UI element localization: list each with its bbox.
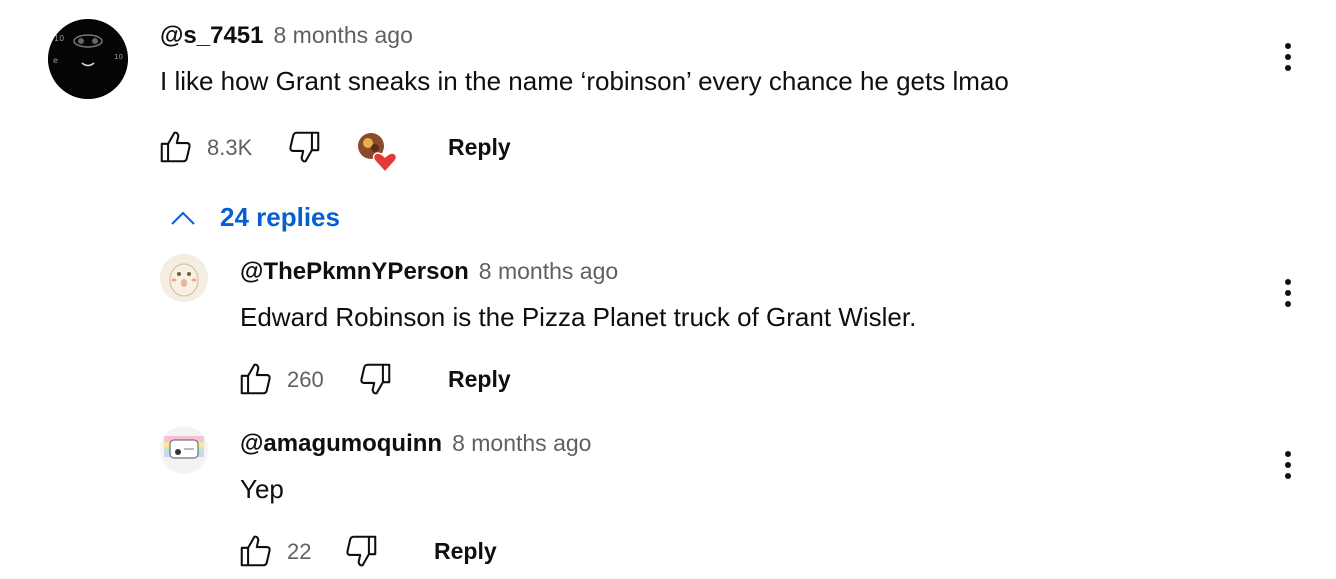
svg-text:e: e [53, 56, 58, 65]
reply-text: Edward Robinson is the Pizza Planet truc… [240, 302, 917, 332]
dislike-button[interactable] [285, 128, 323, 171]
dislike-button[interactable] [342, 532, 380, 575]
like-count: 22 [287, 539, 312, 564]
replies-toggle[interactable]: 24 replies [170, 202, 340, 233]
reply-button[interactable]: Reply [434, 538, 497, 565]
avatar[interactable] [160, 254, 208, 302]
more-actions-button[interactable] [1284, 43, 1292, 76]
kebab-dot-icon [1285, 290, 1291, 296]
thumbs-up-icon [160, 131, 191, 163]
avatar-image: 10 10 e [48, 19, 128, 99]
reply-text: Yep [240, 474, 284, 504]
reply-timestamp[interactable]: 8 months ago [452, 430, 591, 457]
reply-button[interactable]: Reply [448, 366, 511, 393]
creator-heart [357, 132, 401, 174]
reply-author[interactable]: @amagumoquinn [240, 430, 442, 458]
thumbs-down-icon [346, 535, 377, 567]
kebab-dot-icon [1285, 65, 1291, 71]
more-actions-button[interactable] [1284, 279, 1292, 312]
kebab-dot-icon [1285, 43, 1291, 49]
more-actions-button[interactable] [1284, 451, 1292, 484]
dislike-button[interactable] [356, 360, 394, 403]
kebab-dot-icon [1285, 301, 1291, 307]
kebab-dot-icon [1285, 54, 1291, 60]
avatar[interactable] [160, 426, 208, 474]
avatar[interactable]: 10 10 e [48, 19, 128, 99]
thumbs-up-icon [240, 535, 271, 567]
replies-count-label: 24 replies [220, 202, 340, 232]
kebab-dot-icon [1285, 451, 1291, 457]
comment-text: I like how Grant sneaks in the name ‘rob… [160, 66, 1009, 96]
creator-heart-icon [358, 133, 398, 174]
reply-header: @ThePkmnYPerson 8 months ago [240, 258, 618, 286]
like-count: 260 [287, 367, 324, 392]
avatar-image [160, 426, 208, 474]
thumbs-down-icon [360, 363, 391, 395]
like-button[interactable] [237, 532, 275, 575]
kebab-dot-icon [1285, 473, 1291, 479]
comment-author[interactable]: @s_7451 [160, 22, 264, 50]
svg-text:10: 10 [114, 53, 123, 61]
reply-header: @amagumoquinn 8 months ago [240, 430, 591, 458]
thumbs-up-icon [240, 363, 271, 395]
reply-button[interactable]: Reply [448, 134, 511, 161]
like-count: 8.3K [207, 135, 253, 160]
kebab-dot-icon [1285, 462, 1291, 468]
comment-timestamp[interactable]: 8 months ago [274, 22, 413, 49]
thumbs-down-icon [289, 131, 320, 163]
comment-header: @s_7451 8 months ago [160, 22, 413, 50]
svg-text:10: 10 [54, 34, 64, 43]
reply-timestamp[interactable]: 8 months ago [479, 258, 618, 285]
chevron-up-icon [171, 211, 195, 225]
reply-author[interactable]: @ThePkmnYPerson [240, 258, 469, 286]
kebab-dot-icon [1285, 279, 1291, 285]
like-button[interactable] [237, 360, 275, 403]
avatar-image [160, 254, 208, 302]
like-button[interactable] [157, 128, 195, 171]
